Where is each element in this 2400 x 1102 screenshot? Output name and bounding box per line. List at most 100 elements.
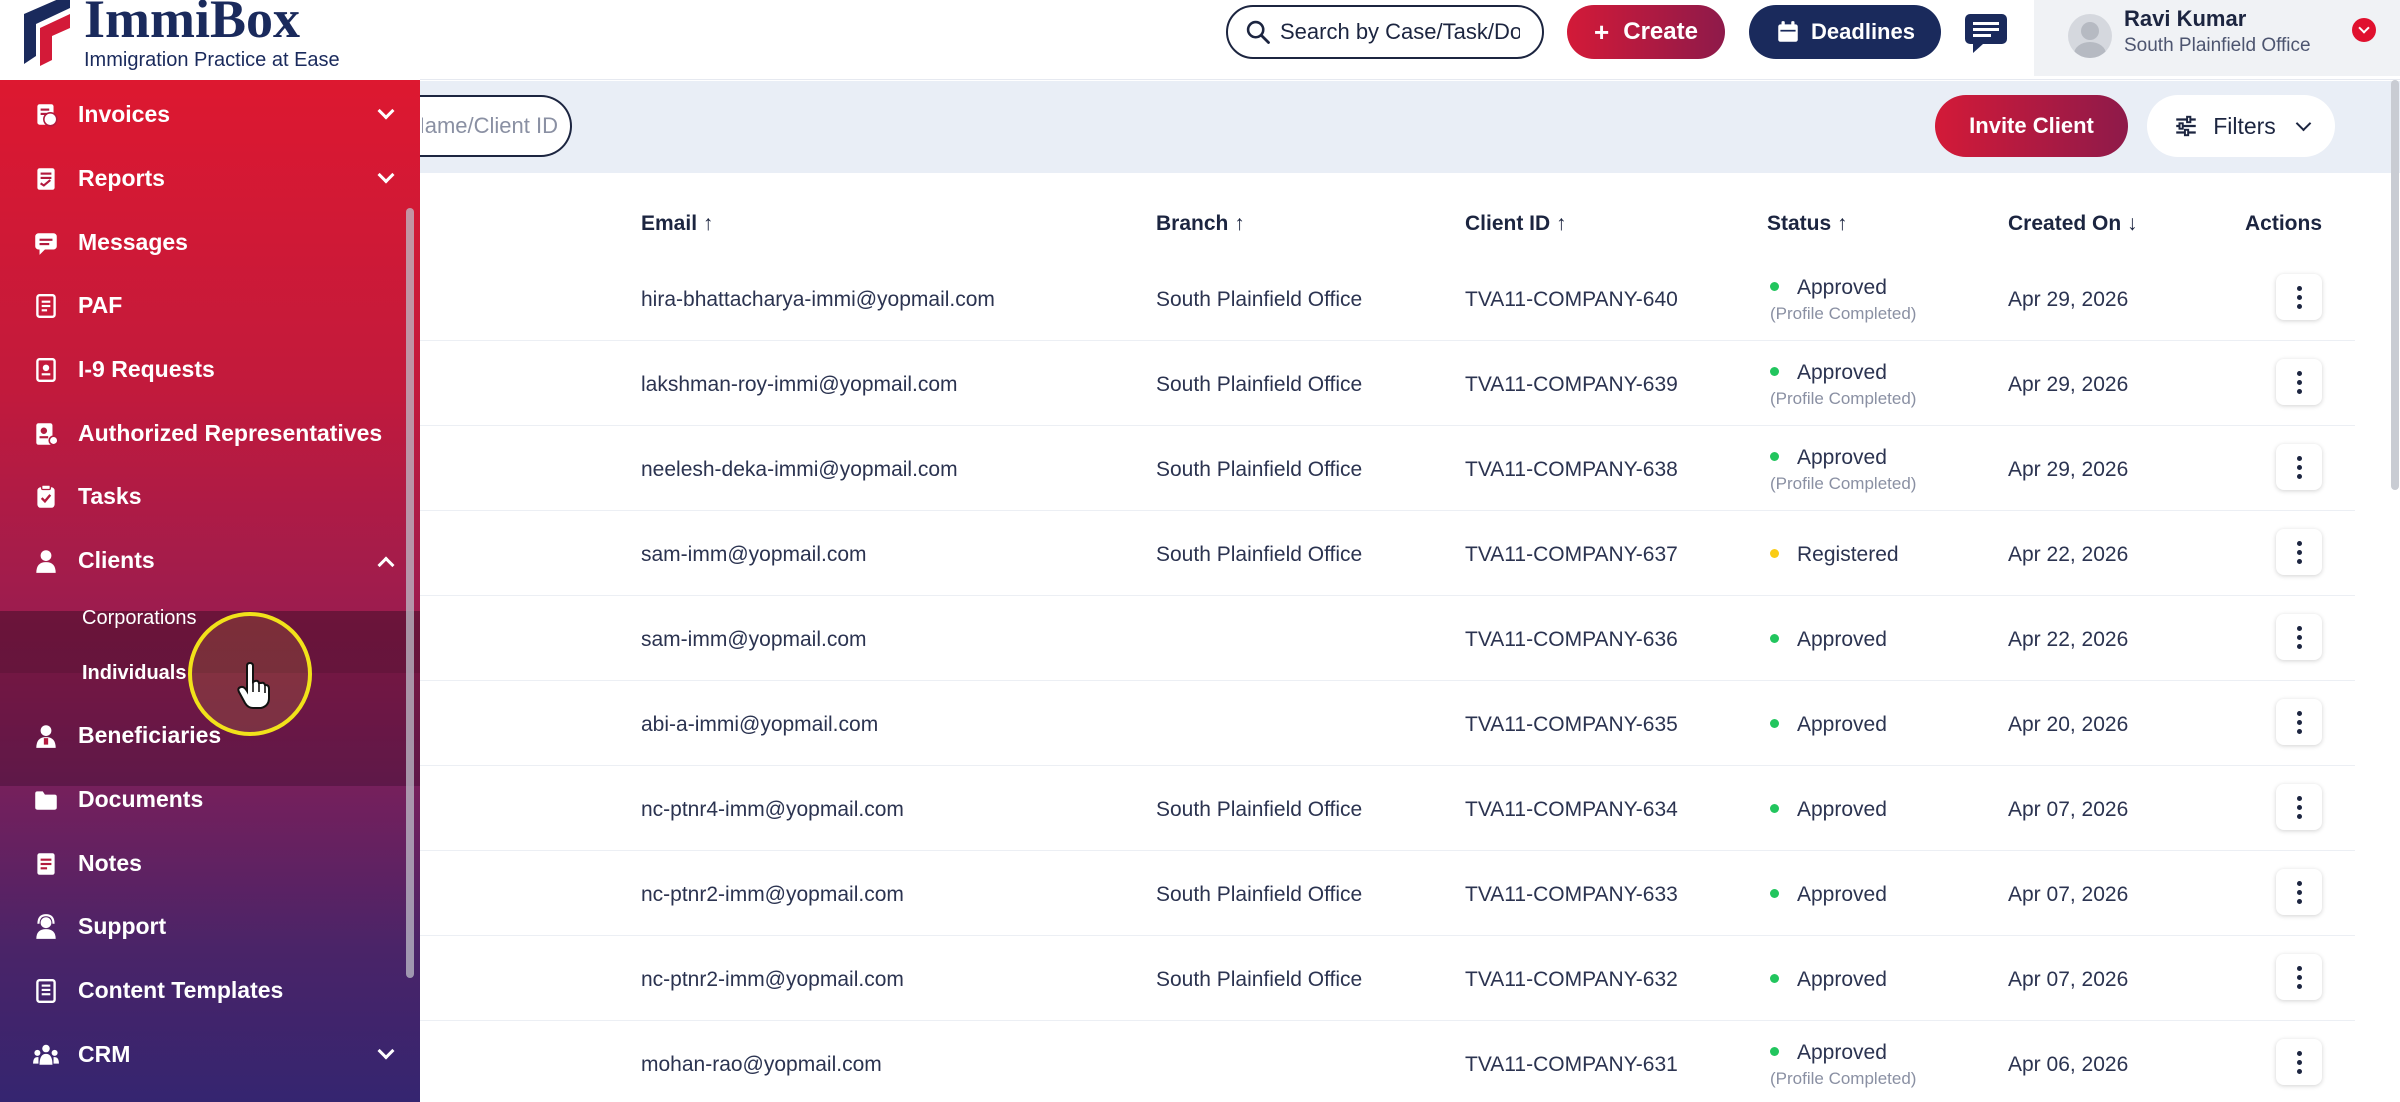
table-row[interactable]: nc-ptnr2-imm@yopmail.com South Plainfiel… <box>420 936 2355 1021</box>
table-row[interactable]: olutions lakshman-roy-immi@yopmail.com S… <box>420 341 2355 426</box>
status-dot <box>1770 634 1779 643</box>
client-id-cell: TVA11-COMPANY-633 <box>1465 883 1678 906</box>
column-header-status[interactable]: Status ↑ <box>1767 212 1848 236</box>
user-menu[interactable]: Ravi Kumar South Plainfield Office <box>2034 0 2400 76</box>
table-row[interactable]: s abi-a-immi@yopmail.com TVA11-COMPANY-6… <box>420 681 2355 766</box>
sidebar-item-label: Notes <box>78 850 142 876</box>
clients-icon <box>36 550 56 573</box>
row-actions-menu-icon[interactable] <box>2276 1039 2322 1085</box>
row-actions-menu-icon[interactable] <box>2276 444 2322 490</box>
status-subtext: (Profile Completed) <box>1770 389 1917 408</box>
create-button-label: Create <box>1623 18 1698 45</box>
status-badge: Approved <box>1797 446 1887 469</box>
status-badge: Approved <box>1797 798 1887 821</box>
sidebar-scrollbar[interactable] <box>406 208 414 978</box>
sidebar-item-label: Beneficiaries <box>78 722 222 748</box>
column-header-actions: Actions <box>2245 212 2323 235</box>
chevron-down-icon[interactable] <box>377 166 395 184</box>
sidebar-item-reports[interactable]: Reports <box>0 149 420 209</box>
client-id-cell: TVA11-COMPANY-639 <box>1465 373 1678 396</box>
sidebar-item-content-templates[interactable]: Content Templates <box>0 961 420 1021</box>
logo[interactable]: ImmiBox Immigration Practice at Ease <box>0 0 420 80</box>
client-id-cell: TVA11-COMPANY-632 <box>1465 968 1678 991</box>
sidebar-item-clients[interactable]: Clients <box>0 531 420 591</box>
table-row[interactable]: mohan-rao@yopmail.com TVA11-COMPANY-631 … <box>420 1021 2355 1102</box>
table-row[interactable]: sam-imm@yopmail.com TVA11-COMPANY-636 Ap… <box>420 596 2355 681</box>
sidebar-item-label: Documents <box>78 786 204 812</box>
notes-icon <box>37 853 55 875</box>
filters-button[interactable]: Filters <box>2147 95 2335 157</box>
sidebar: Invoices Reports Messages PAF I-9 Requests Au… <box>0 80 420 1102</box>
invite-client-button[interactable]: Invite Client <box>1935 95 2128 157</box>
sidebar-item-i-9-requests[interactable]: I-9 Requests <box>0 340 420 400</box>
column-header-created-on[interactable]: Created On ↓ <box>2008 212 2138 236</box>
sidebar-item-authorized-representatives[interactable]: Authorized Representatives <box>0 404 420 464</box>
sort-up-icon: ↑ <box>1837 212 1848 235</box>
logo-mark-icon <box>24 0 70 66</box>
row-actions-menu-icon[interactable] <box>2276 784 2322 830</box>
chevron-down-icon[interactable] <box>377 102 395 120</box>
global-search-input[interactable] <box>1280 19 1520 45</box>
sidebar-item-invoices[interactable]: Invoices <box>0 85 420 145</box>
row-actions-menu-icon[interactable] <box>2276 954 2322 1000</box>
client-id-cell: TVA11-COMPANY-640 <box>1465 288 1678 311</box>
created-on-cell: Apr 07, 2026 <box>2008 883 2129 906</box>
column-header-branch[interactable]: Branch ↑ <box>1156 212 1245 236</box>
logo-tagline: Immigration Practice at Ease <box>84 49 340 71</box>
client-id-cell: TVA11-COMPANY-637 <box>1465 543 1678 566</box>
row-actions-menu-icon[interactable] <box>2276 869 2322 915</box>
client-search[interactable] <box>420 95 572 157</box>
status-badge: Registered <box>1797 543 1899 566</box>
branch-cell: South Plainfield Office <box>1156 458 1363 481</box>
sidebar-item-tasks[interactable]: Tasks <box>0 467 420 527</box>
email-cell: sam-imm@yopmail.com <box>641 628 867 651</box>
filter-sliders-icon <box>2176 115 2196 137</box>
i9-icon <box>36 358 56 382</box>
row-actions-menu-icon[interactable] <box>2276 529 2322 575</box>
table-row[interactable]: nc-ptnr4-imm@yopmail.com South Plainfiel… <box>420 766 2355 851</box>
status-dot <box>1770 367 1779 376</box>
reports-icon <box>37 168 55 190</box>
row-actions-menu-icon[interactable] <box>2276 274 2322 320</box>
table-row[interactable]: utions neelesh-deka-immi@yopmail.com Sou… <box>420 426 2355 511</box>
email-cell: nc-ptnr2-imm@yopmail.com <box>641 883 904 906</box>
sidebar-item-notes[interactable]: Notes <box>0 834 420 894</box>
created-on-cell: Apr 29, 2026 <box>2008 458 2129 481</box>
sidebar-item-paf[interactable]: PAF <box>0 276 420 336</box>
sort-up-icon: ↑ <box>1234 212 1245 235</box>
table-row[interactable]: nc-ptnr2-imm@yopmail.com South Plainfiel… <box>420 851 2355 936</box>
sidebar-item-messages[interactable]: Messages <box>0 213 420 273</box>
row-actions-menu-icon[interactable] <box>2276 359 2322 405</box>
email-cell: mohan-rao@yopmail.com <box>641 1053 882 1076</box>
branch-cell: South Plainfield Office <box>1156 373 1363 396</box>
sidebar-item-label: Content Templates <box>78 977 284 1003</box>
status-badge: Approved <box>1797 276 1887 299</box>
column-header-client-id[interactable]: Client ID ↑ <box>1465 212 1567 236</box>
sidebar-item-label: CRM <box>78 1041 131 1067</box>
table-row[interactable]: sam-imm@yopmail.com South Plainfield Off… <box>420 511 2355 596</box>
branch-cell: South Plainfield Office <box>1156 798 1363 821</box>
chevron-down-icon[interactable] <box>2352 18 2376 42</box>
row-actions-menu-icon[interactable] <box>2276 699 2322 745</box>
tasks-icon <box>37 484 55 508</box>
client-search-input[interactable] <box>422 113 558 139</box>
sort-up-icon: ↑ <box>702 212 714 235</box>
sidebar-item-documents[interactable]: Documents <box>0 770 420 830</box>
chevron-down-icon[interactable] <box>377 1042 395 1060</box>
chat-icon[interactable] <box>1963 12 2009 54</box>
main-scrollbar[interactable] <box>2391 80 2399 490</box>
deadlines-button[interactable]: Deadlines <box>1749 5 1941 59</box>
sidebar-item-crm[interactable]: CRM <box>0 1025 420 1085</box>
chevron-down-icon <box>2295 115 2312 131</box>
global-search[interactable] <box>1226 5 1544 59</box>
column-header-email[interactable]: Email ↑ <box>641 212 713 236</box>
row-actions-menu-icon[interactable] <box>2276 614 2322 660</box>
templates-icon <box>36 979 56 1003</box>
sidebar-subitem-individuals[interactable]: Individuals <box>82 662 186 685</box>
chevron-up-icon[interactable] <box>377 556 395 574</box>
plus-icon: + <box>1594 16 1610 47</box>
create-button[interactable]: + Create <box>1567 5 1725 59</box>
sidebar-item-support[interactable]: Support <box>0 897 420 957</box>
table-row[interactable]: ns hira-bhattacharya-immi@yopmail.com So… <box>420 256 2355 341</box>
sidebar-subitem-corporations[interactable]: Corporations <box>82 607 197 630</box>
